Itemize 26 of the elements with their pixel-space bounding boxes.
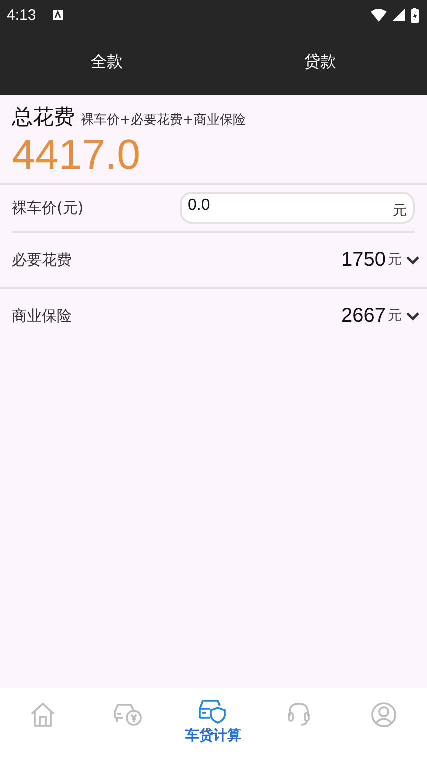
dropdown-chevron-icon[interactable] bbox=[406, 256, 420, 264]
notification-icon bbox=[52, 9, 64, 21]
car-shield-icon bbox=[198, 698, 228, 724]
price-label: 裸车价(元) bbox=[12, 198, 85, 218]
tab[interactable]: 贷款 bbox=[214, 30, 427, 95]
battery-icon bbox=[411, 8, 419, 22]
cost-value: 2667 bbox=[342, 304, 386, 328]
headset-icon bbox=[286, 702, 311, 728]
wifi-icon bbox=[371, 8, 387, 22]
total-amount: 4417.0 bbox=[12, 131, 142, 179]
tab[interactable]: 全款 bbox=[0, 30, 214, 95]
summary-formula: 裸车价+必要花费+商业保险 bbox=[81, 112, 246, 129]
home-icon bbox=[30, 702, 56, 728]
status-time: 4:13 bbox=[7, 6, 36, 24]
price-input-field[interactable]: 0.0 元 bbox=[180, 192, 415, 224]
unit-label: 元 bbox=[388, 307, 402, 325]
summary-title: 总花费 bbox=[12, 104, 75, 131]
car-coin-icon bbox=[113, 702, 144, 726]
car-loan-tab[interactable]: 车贷计算 bbox=[178, 698, 248, 745]
cost-value: 1750 bbox=[342, 248, 386, 272]
unit-label: 元 bbox=[388, 251, 402, 269]
user-icon bbox=[371, 702, 398, 728]
signal-icon bbox=[393, 9, 405, 21]
cost-label: 必要花费 bbox=[12, 250, 73, 270]
cost-label: 商业保险 bbox=[12, 306, 73, 326]
dropdown-chevron-icon[interactable] bbox=[406, 312, 420, 320]
